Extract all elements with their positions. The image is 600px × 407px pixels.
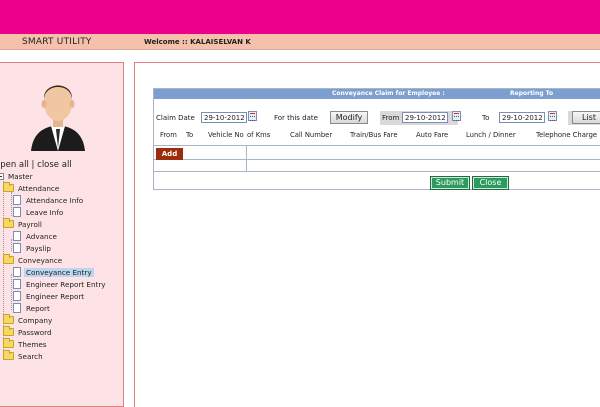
from-date-input[interactable] [402, 112, 448, 123]
to-label: To [482, 114, 490, 122]
welcome-text: Welcome :: KALAISELVAN K [144, 38, 251, 46]
calendar-icon[interactable] [248, 111, 257, 121]
header-bar: SMART UTILITY Welcome :: KALAISELVAN K [0, 34, 600, 50]
folder-icon [3, 350, 14, 360]
col-vehicle-no: Vehicle No [208, 131, 244, 139]
col-kms: of Kms [247, 131, 271, 139]
page-icon [13, 231, 21, 241]
page-icon [13, 267, 21, 277]
reporting-to-label: Reporting To [510, 90, 554, 97]
col-lunch-dinner: Lunch / Dinner [466, 131, 516, 139]
folder-icon [3, 314, 14, 324]
list-button[interactable]: List [572, 111, 600, 124]
divider [154, 171, 600, 172]
folder-icon [3, 182, 14, 192]
modify-button[interactable]: Modify [330, 111, 368, 124]
to-date-input[interactable] [499, 112, 545, 123]
claim-table-header: From To Vehicle No of Kms Call Number Tr… [154, 129, 600, 141]
col-to: To [186, 131, 194, 139]
divider [154, 159, 600, 160]
divider [154, 145, 600, 146]
tree-item-report[interactable]: Report [13, 302, 52, 314]
tree-item-engineer-report[interactable]: Engineer Report [13, 290, 86, 302]
col-train-bus-fare: Train/Bus Fare [350, 131, 398, 139]
tree-item-attendance-info[interactable]: Attendance Info [13, 194, 85, 206]
filter-row: Claim Date For this date Modify From To … [154, 111, 600, 125]
page-icon [13, 207, 21, 217]
col-telephone-charge: Telephone Charge [536, 131, 598, 139]
top-banner [0, 0, 600, 34]
claim-date-label: Claim Date [156, 114, 195, 122]
tree-folder-password[interactable]: Password [3, 326, 54, 338]
tree-item-advance[interactable]: Advance [13, 230, 59, 242]
user-avatar-icon [31, 85, 85, 151]
folder-icon [3, 338, 14, 348]
tree-controls: open all | close all [0, 160, 72, 170]
page-icon [13, 291, 21, 301]
tree-folder-search[interactable]: Search [3, 350, 45, 362]
sidebar: open all | close all Master Attendance A… [0, 62, 124, 407]
page-icon [13, 303, 21, 313]
add-row-button[interactable]: Add [156, 148, 183, 160]
tree-folder-attendance[interactable]: Attendance [3, 182, 61, 194]
folder-icon [3, 254, 14, 264]
col-call-number: Call Number [290, 131, 333, 139]
collapse-icon [0, 172, 4, 180]
tree-item-leave-info[interactable]: Leave Info [13, 206, 65, 218]
submit-button[interactable]: Submit [430, 176, 470, 190]
divider [246, 145, 247, 171]
from-label: From [382, 114, 400, 122]
page-icon [13, 279, 21, 289]
folder-icon [3, 326, 14, 336]
open-all-link[interactable]: open all [0, 160, 29, 170]
col-auto-fare: Auto Fare [416, 131, 449, 139]
tree-folder-conveyance[interactable]: Conveyance [3, 254, 64, 266]
app-title: SMART UTILITY [22, 37, 92, 47]
tree-folder-company[interactable]: Company [3, 314, 54, 326]
tree-item-engineer-report-entry[interactable]: Engineer Report Entry [13, 278, 108, 290]
tree-root-master[interactable]: Master [0, 170, 35, 182]
form-title: Conveyance Claim for Employee : [332, 90, 445, 97]
close-all-link[interactable]: close all [37, 160, 72, 170]
separator: | [28, 160, 38, 170]
folder-icon [3, 218, 14, 228]
tree-folder-payroll[interactable]: Payroll [3, 218, 44, 230]
calendar-icon[interactable] [548, 111, 557, 121]
tree-item-conveyance-entry[interactable]: Conveyance Entry [13, 266, 94, 278]
for-this-date-label: For this date [274, 114, 318, 122]
tree-folder-themes[interactable]: Themes [3, 338, 49, 350]
tree-item-payslip[interactable]: Payslip [13, 242, 53, 254]
close-button[interactable]: Close [472, 176, 509, 190]
claim-date-input[interactable] [201, 112, 247, 123]
col-from: From [160, 131, 177, 139]
conveyance-claim-form: Conveyance Claim for Employee : Reportin… [153, 88, 600, 190]
calendar-icon[interactable] [452, 111, 461, 121]
page-icon [13, 243, 21, 253]
page-icon [13, 195, 21, 205]
form-header: Conveyance Claim for Employee : Reportin… [154, 89, 600, 99]
